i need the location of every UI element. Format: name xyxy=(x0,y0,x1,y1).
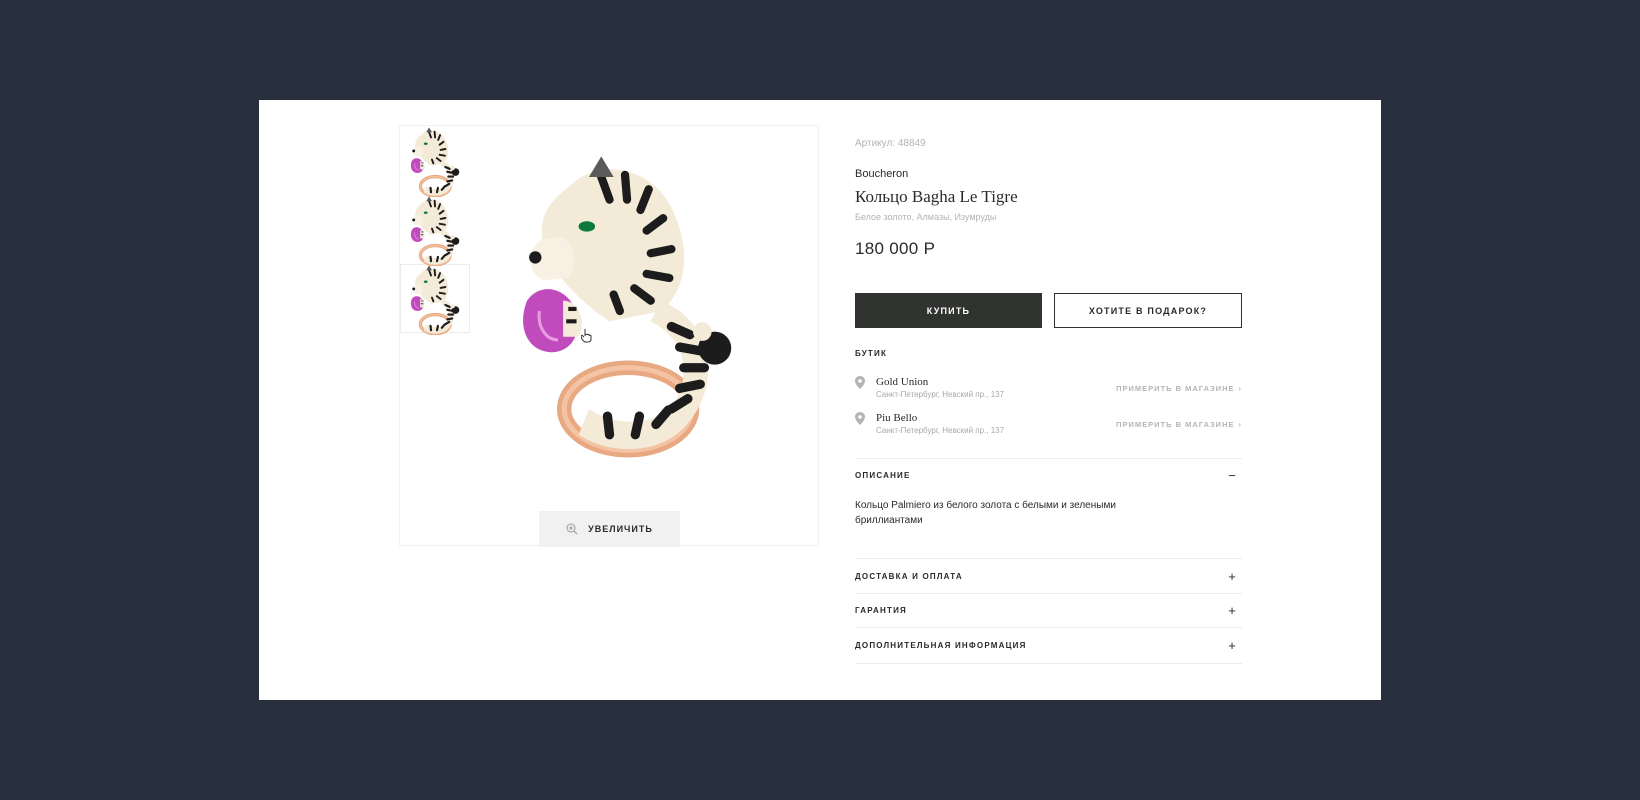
chevron-right-icon: › xyxy=(1238,420,1242,429)
product-sku: Артикул: 48849 xyxy=(855,138,926,149)
minus-icon: − xyxy=(1228,467,1236,483)
accordion-extra-label: ДОПОЛНИТЕЛЬНАЯ ИНФОРМАЦИЯ xyxy=(855,640,1027,650)
product-card: УВЕЛИЧИТЬ Артикул: 48849 Boucheron Кольц… xyxy=(259,100,1381,700)
accordion-delivery-header[interactable]: ДОСТАВКА И ОПЛАТА + xyxy=(855,567,1242,585)
thumbnail-2[interactable] xyxy=(400,195,470,264)
product-price: 180 000 Р xyxy=(855,239,936,258)
tiger-ring-thumbnail-image xyxy=(407,194,463,266)
product-title: Кольцо Bagha Le Tigre xyxy=(855,187,1018,206)
accordion-warranty-label: ГАРАНТИЯ xyxy=(855,605,907,615)
plus-icon: + xyxy=(1228,602,1236,618)
tiger-ring-thumbnail-image xyxy=(407,125,463,197)
tiger-ring-thumbnail-image xyxy=(407,263,463,335)
zoom-label: УВЕЛИЧИТЬ xyxy=(588,524,653,534)
thumbnail-list xyxy=(400,126,470,333)
store-address: Санкт-Петербург, Невский пр., 137 xyxy=(876,426,1005,435)
zoom-button[interactable]: УВЕЛИЧИТЬ xyxy=(539,511,680,547)
store-item: Gold Union Санкт-Петербург, Невский пр.,… xyxy=(855,376,1242,402)
divider xyxy=(855,627,1242,628)
product-gallery: УВЕЛИЧИТЬ xyxy=(399,125,819,547)
divider xyxy=(855,663,1242,664)
zoom-in-icon xyxy=(566,523,578,535)
accordion-delivery-label: ДОСТАВКА И ОПЛАТА xyxy=(855,571,963,581)
description-text: Кольцо Palmiero из белого золота с белым… xyxy=(855,500,1116,526)
thumbnail-3[interactable] xyxy=(400,264,470,333)
divider xyxy=(855,458,1242,459)
try-in-store-link[interactable]: ПРИМЕРИТЬ В МАГАЗИНЕ › xyxy=(1116,420,1242,429)
boutique-heading: БУТИК xyxy=(855,349,888,358)
product-brand[interactable]: Boucheron xyxy=(855,168,908,180)
try-in-store-label: ПРИМЕРИТЬ В МАГАЗИНЕ xyxy=(1116,420,1235,429)
thumbnail-1[interactable] xyxy=(400,126,470,195)
store-name: Piu Bello xyxy=(876,412,918,424)
plus-icon: + xyxy=(1228,568,1236,584)
product-main-image[interactable] xyxy=(490,146,760,476)
buy-button[interactable]: КУПИТЬ xyxy=(855,293,1042,328)
chevron-right-icon: › xyxy=(1238,384,1242,393)
store-item: Piu Bello Санкт-Петербург, Невский пр., … xyxy=(855,412,1242,438)
plus-icon: + xyxy=(1228,637,1236,653)
store-address: Санкт-Петербург, Невский пр., 137 xyxy=(876,390,1005,399)
accordion-description-label: ОПИСАНИЕ xyxy=(855,470,911,480)
accordion-warranty-header[interactable]: ГАРАНТИЯ + xyxy=(855,601,1242,619)
store-name: Gold Union xyxy=(876,376,929,388)
divider xyxy=(855,593,1242,594)
gift-button[interactable]: ХОТИТЕ В ПОДАРОК? xyxy=(1054,293,1242,328)
location-pin-icon xyxy=(855,376,865,389)
try-in-store-label: ПРИМЕРИТЬ В МАГАЗИНЕ xyxy=(1116,384,1235,393)
location-pin-icon xyxy=(855,412,865,425)
divider xyxy=(855,558,1242,559)
accordion-description-header[interactable]: ОПИСАНИЕ − xyxy=(855,466,1242,484)
product-materials: Белое золото, Алмазы, Изумруды xyxy=(855,212,997,222)
accordion-extra-header[interactable]: ДОПОЛНИТЕЛЬНАЯ ИНФОРМАЦИЯ + xyxy=(855,636,1242,654)
try-in-store-link[interactable]: ПРИМЕРИТЬ В МАГАЗИНЕ › xyxy=(1116,384,1242,393)
